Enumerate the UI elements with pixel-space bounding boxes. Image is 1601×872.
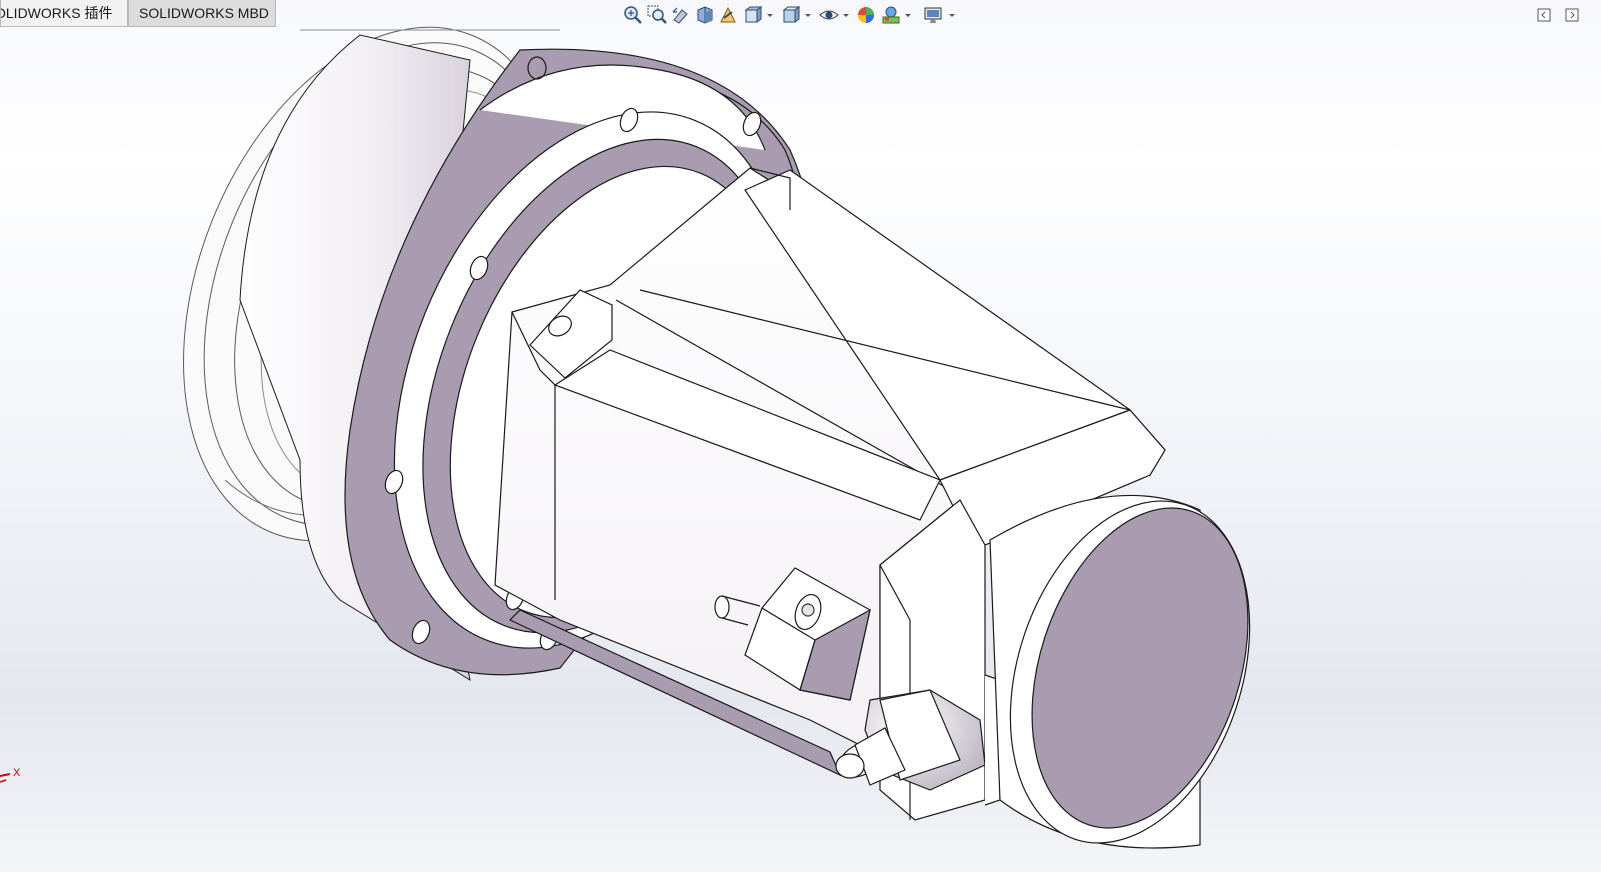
coordinate-triad: X (0, 767, 21, 783)
triad-x-label: X (13, 767, 21, 779)
encoder-cap[interactable] (969, 470, 1291, 872)
cad-model-assembly[interactable] (0, 0, 1601, 872)
